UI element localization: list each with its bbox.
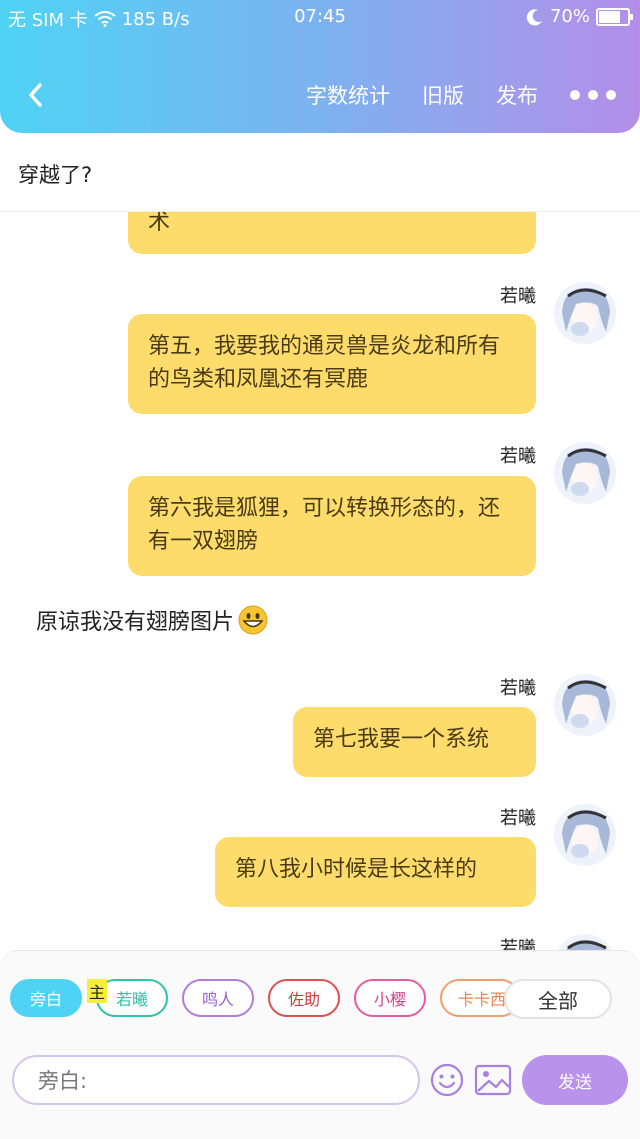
message-bubble[interactable]: 第五，我要我的通灵兽是炎龙和所有的鸟类和凤凰还有冥鹿 [128,314,536,414]
avatar-image [557,934,613,950]
send-button[interactable]: 发送 [522,1055,628,1105]
avatar[interactable] [554,674,616,736]
image-icon[interactable] [474,1063,512,1097]
message-bubble[interactable]: 第六我是狐狸，可以转换形态的，还有一双翅膀 [128,476,536,576]
message-text: 第八我小时候是长这样的 [235,857,478,882]
avatar-image [554,442,616,504]
character-chip[interactable]: 鸣人 [182,979,254,1017]
back-button[interactable] [20,78,50,112]
all-characters-button[interactable]: 全部 [504,979,612,1019]
message-text: 第五，我要我的通灵兽是炎龙和所有的鸟类和凤凰还有冥鹿 [148,334,501,392]
avatar-image [554,282,616,344]
avatar[interactable] [554,934,616,950]
battery-icon [596,7,633,26]
grin-emoji-icon [238,605,268,635]
avatar-image [554,804,616,866]
avatar[interactable] [554,804,616,866]
character-chip[interactable]: 旁白 [10,979,82,1017]
app-header: 无 SIM 卡 185 B/s 07:45 70% 字数统计 旧版 发布 [0,0,640,133]
header-actions: 字数统计 旧版 发布 [306,80,616,110]
battery-percent: 70% [549,6,590,27]
input-placeholder: 旁白: [38,1069,88,1093]
status-bar: 无 SIM 卡 185 B/s 07:45 70% [0,0,640,34]
message-bubble[interactable]: 术 [128,212,536,254]
emoji-icon[interactable] [430,1063,464,1097]
message-bubble[interactable]: 第七我要一个系统 [293,707,536,777]
message-bubble[interactable]: 第八我小时候是长这样的 [215,837,536,907]
message-text: 术 [148,212,171,235]
avatar-image [554,674,616,736]
character-chip[interactable]: 佐助 [268,979,340,1017]
story-title-bar[interactable]: 穿越了? [0,133,640,212]
speaker-name: 若曦 [500,938,536,950]
narration-text[interactable]: 原谅我没有翅膀图片 [36,604,268,636]
more-icon[interactable] [570,90,616,100]
message-input[interactable]: 旁白: [12,1055,420,1105]
compose-panel: 旁白 若曦 主 鸣人 佐助 小樱 卡卡西 全部 旁白: 发送 [0,950,640,1139]
speaker-name: 若曦 [500,446,536,467]
character-chip[interactable]: 小樱 [354,979,426,1017]
avatar[interactable] [554,442,616,504]
speaker-name: 若曦 [500,678,536,699]
old-version-button[interactable]: 旧版 [422,80,464,110]
narration-label: 原谅我没有翅膀图片 [36,610,235,635]
message-text: 第六我是狐狸，可以转换形态的，还有一双翅膀 [148,496,501,554]
status-right: 70% [526,6,633,27]
avatar[interactable] [554,282,616,344]
word-count-button[interactable]: 字数统计 [306,80,390,110]
moon-icon [526,8,542,25]
back-icon [29,83,42,107]
story-title: 穿越了? [18,163,93,187]
chat-area[interactable]: 术 若曦 第五，我要我的通灵兽是炎龙和所有的鸟类和凤凰还有冥鹿 若曦 第六我是狐… [0,212,640,950]
publish-button[interactable]: 发布 [496,80,538,110]
speaker-name: 若曦 [500,286,536,307]
main-character-tag: 主 [87,979,108,1003]
message-text: 第七我要一个系统 [313,727,490,752]
speaker-name: 若曦 [500,808,536,829]
